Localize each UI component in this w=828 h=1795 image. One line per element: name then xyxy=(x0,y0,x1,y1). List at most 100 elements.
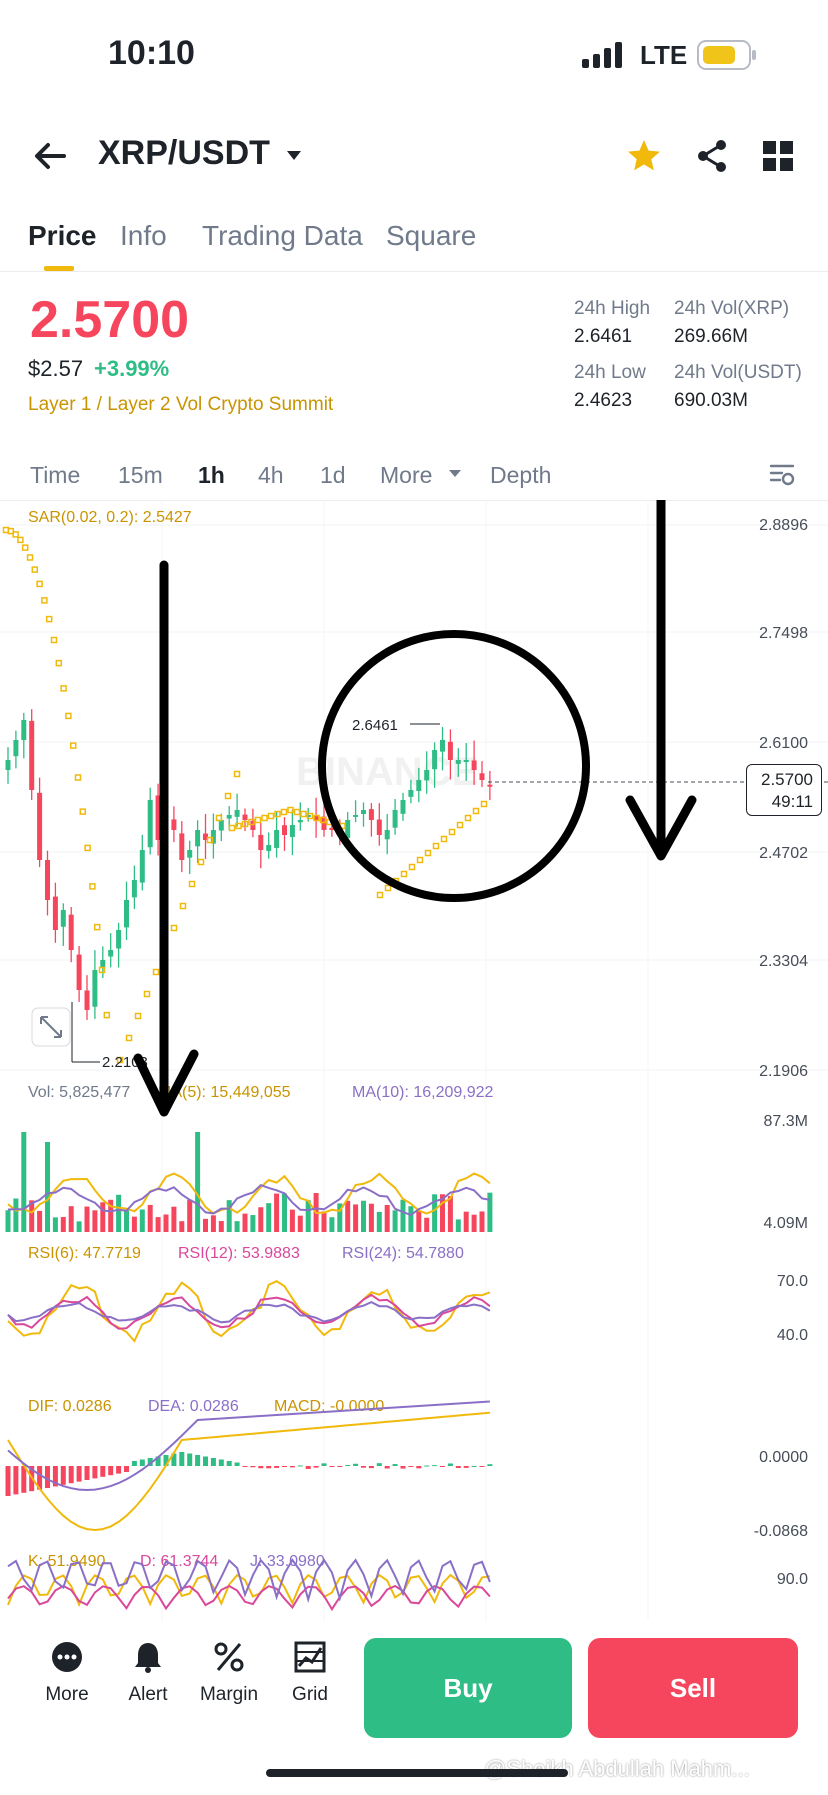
rsi24-label: RSI(24): 54.7880 xyxy=(342,1245,464,1262)
volume-bar xyxy=(76,1221,82,1232)
macd-bar xyxy=(321,1463,327,1466)
interval-1h[interactable]: 1h xyxy=(198,462,225,489)
volume-bar xyxy=(361,1200,366,1232)
sar-dot xyxy=(274,810,281,818)
macd-bar xyxy=(13,1466,19,1495)
macd-bar xyxy=(21,1466,27,1493)
chart-settings-icon[interactable] xyxy=(768,460,796,488)
kdj-j-line xyxy=(7,1558,491,1604)
sar-dot xyxy=(93,923,101,931)
macd-bar xyxy=(376,1463,382,1466)
interval-1d[interactable]: 1d xyxy=(320,462,346,489)
vol-ma10-label: MA(10): 16,209,922 xyxy=(352,1084,494,1101)
interval-more[interactable]: More xyxy=(380,462,432,489)
macd-bar xyxy=(400,1466,406,1469)
interval-time[interactable]: Time xyxy=(30,462,80,489)
sar-dot xyxy=(224,792,232,800)
sar-dot xyxy=(384,884,392,892)
price-axis-label: 2.6100 xyxy=(759,735,808,752)
sar-dot xyxy=(98,966,106,974)
bell-icon[interactable] xyxy=(131,1640,165,1674)
sar-dot xyxy=(36,580,43,588)
tab-price[interactable]: Price xyxy=(28,220,97,252)
sar-dot xyxy=(103,1011,111,1019)
star-icon[interactable] xyxy=(626,138,662,174)
pair-title[interactable]: XRP/USDT xyxy=(98,134,270,173)
macd-bar xyxy=(210,1458,216,1466)
sell-button[interactable]: Sell xyxy=(588,1638,798,1738)
stat-high-value: 2.6461 xyxy=(574,326,633,347)
category-tags[interactable]: Layer 1 / Layer 2 Vol Crypto Summit xyxy=(28,394,333,416)
percent-icon[interactable] xyxy=(212,1640,246,1674)
stat-vol-xrp-label: 24h Vol(XRP) xyxy=(674,298,790,319)
sar-dot xyxy=(472,807,480,815)
macd-bar xyxy=(424,1465,430,1467)
macd-bar xyxy=(92,1466,98,1479)
volume-bar xyxy=(345,1200,351,1232)
interval-depth[interactable]: Depth xyxy=(490,462,551,489)
grid-icon[interactable] xyxy=(762,140,794,172)
last-price: 2.5700 xyxy=(30,291,190,349)
price-axis-label: 2.7498 xyxy=(759,625,808,642)
macd-bar xyxy=(60,1466,66,1485)
macd-bar xyxy=(195,1455,201,1466)
macd-bar xyxy=(297,1465,303,1467)
tab-square[interactable]: Square xyxy=(386,220,476,252)
alert-button[interactable]: Alert xyxy=(116,1684,180,1706)
volume-bar xyxy=(392,1210,398,1232)
sar-dot xyxy=(89,883,96,890)
sar-dot xyxy=(84,844,91,852)
macd-dea-label: DEA: 0.0286 xyxy=(148,1398,239,1415)
volume-bar xyxy=(463,1211,469,1232)
sar-dot xyxy=(440,835,448,843)
macd-bar xyxy=(471,1465,477,1467)
tab-trading-data[interactable]: Trading Data xyxy=(202,220,363,252)
volume-bar xyxy=(155,1217,161,1232)
volume-bar xyxy=(171,1206,177,1232)
battery-icon xyxy=(697,40,756,70)
grid-trading-icon[interactable] xyxy=(293,1640,327,1674)
sar-dot xyxy=(228,824,236,832)
volume-bar xyxy=(124,1210,129,1232)
sar-dot xyxy=(287,806,294,814)
chevron-down-icon[interactable] xyxy=(284,145,304,165)
buy-button[interactable]: Buy xyxy=(364,1638,572,1738)
sar-dot xyxy=(17,536,24,544)
tab-info[interactable]: Info xyxy=(120,220,167,252)
stat-low-label: 24h Low xyxy=(574,362,646,383)
interval-4h[interactable]: 4h xyxy=(258,462,284,489)
kline-chart[interactable]: BINANCE SAR(0.02, 0.2): 2.5427 2.6461 2.… xyxy=(0,500,828,1630)
macd-axis-label: -0.0868 xyxy=(754,1523,808,1540)
sar-dot xyxy=(41,597,48,604)
sar-dot xyxy=(206,836,214,844)
current-price-tag: 2.5700 49:11 xyxy=(746,764,822,816)
more-icon[interactable] xyxy=(50,1640,84,1674)
share-icon[interactable] xyxy=(694,138,730,174)
more-button[interactable]: More xyxy=(35,1684,99,1706)
macd-bar xyxy=(124,1466,129,1472)
home-indicator[interactable] xyxy=(266,1769,568,1777)
volume-bar xyxy=(329,1217,335,1232)
stat-vol-xrp-value: 269.66M xyxy=(674,326,748,347)
back-arrow-icon[interactable] xyxy=(30,136,70,176)
volume-bar xyxy=(45,1142,50,1232)
interval-15m[interactable]: 15m xyxy=(118,462,163,489)
sar-dot xyxy=(55,659,63,667)
kdj-axis-label: 90.0 xyxy=(777,1571,808,1588)
sar-dot xyxy=(79,808,87,815)
volume-bar xyxy=(447,1196,453,1232)
network-label: LTE xyxy=(640,40,688,70)
macd-bar xyxy=(289,1466,295,1468)
grid-button[interactable]: Grid xyxy=(278,1684,342,1706)
volume-bar xyxy=(376,1211,382,1232)
volume-bar xyxy=(210,1215,216,1232)
volume-bar xyxy=(116,1194,122,1232)
more-chevron-icon[interactable] xyxy=(448,466,462,480)
sar-dot xyxy=(261,814,268,822)
sar-dot xyxy=(188,880,196,888)
volume-bar xyxy=(424,1217,430,1232)
volume-bar xyxy=(163,1214,169,1232)
margin-button[interactable]: Margin xyxy=(197,1684,261,1706)
sar-dot xyxy=(50,636,58,644)
volume-bar xyxy=(250,1215,256,1232)
